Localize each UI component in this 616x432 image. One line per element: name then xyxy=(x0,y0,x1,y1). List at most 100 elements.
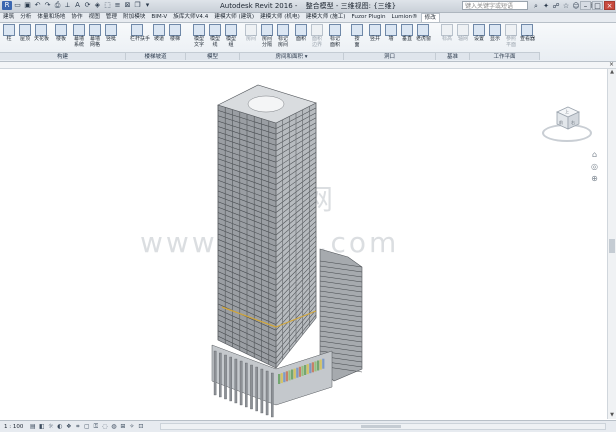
show-crop-icon[interactable]: ▢ xyxy=(83,423,90,430)
section-icon[interactable]: ⬚ xyxy=(103,1,112,10)
ribbon-button-2[interactable]: 天花板 xyxy=(34,24,49,42)
scroll-thumb[interactable] xyxy=(609,239,615,253)
horizontal-scroll-thumb[interactable] xyxy=(361,425,401,428)
ribbon-group-6[interactable]: 工作平面 xyxy=(470,52,540,60)
reveal-hidden-icon[interactable]: ◍ xyxy=(110,423,117,430)
ribbon-button-1[interactable]: 屋顶 xyxy=(18,24,32,42)
text-icon[interactable]: A xyxy=(73,1,82,10)
ribbon-button-13[interactable]: 房间 xyxy=(244,24,258,42)
ribbon-tab-9[interactable]: 建模大师 (建筑) xyxy=(211,13,257,22)
maximize-button[interactable]: □ xyxy=(592,1,603,10)
ribbon-tab-7[interactable]: BIM-V xyxy=(148,13,170,22)
ribbon-tab-2[interactable]: 体量和场地 xyxy=(34,13,68,22)
view-close-icon[interactable]: × xyxy=(609,62,614,68)
ribbon-tab-4[interactable]: 视图 xyxy=(86,13,103,22)
thin-lines-icon[interactable]: ≡ xyxy=(113,1,122,10)
analytical-model-icon[interactable]: ⊞ xyxy=(119,423,126,430)
ribbon-group-5[interactable]: 基准 xyxy=(436,52,470,60)
ribbon-tab-1[interactable]: 分析 xyxy=(17,13,34,22)
help-search-input[interactable]: 键入关键字或短语 xyxy=(462,1,528,10)
favorites-icon[interactable]: ☆ xyxy=(562,2,570,10)
ribbon-button-28[interactable]: 参照 平面 xyxy=(504,24,518,48)
constraints-icon[interactable]: ⊡ xyxy=(137,423,144,430)
ribbon-button-8[interactable]: 坡道 xyxy=(152,24,166,42)
user-icon[interactable]: ☺ xyxy=(572,2,580,10)
open-icon[interactable]: ▭ xyxy=(13,1,22,10)
ribbon-tab-13[interactable]: Lumion® xyxy=(389,13,421,22)
ribbon-button-23[interactable]: 老虎窗 xyxy=(416,24,431,42)
ribbon-button-19[interactable]: 按面 xyxy=(350,24,364,48)
home-icon[interactable]: R xyxy=(2,1,12,10)
sync-icon[interactable]: ⟳ xyxy=(83,1,92,10)
temp-hide-icon[interactable]: ◌ xyxy=(101,423,108,430)
view-cube[interactable]: 上 前 右 xyxy=(540,100,596,146)
ribbon-button-18[interactable]: 标记 面积 xyxy=(328,24,342,48)
ribbon-group-0[interactable]: 构建 xyxy=(0,52,126,60)
visual-style-icon[interactable]: ◧ xyxy=(38,423,45,430)
scroll-down-icon[interactable]: ▼ xyxy=(608,412,616,419)
scroll-up-icon[interactable]: ▲ xyxy=(608,69,616,76)
view-scale[interactable]: 1 : 100 xyxy=(4,424,23,430)
ribbon-button-7[interactable]: 栏杆扶手 xyxy=(130,24,150,42)
ribbon-tab-3[interactable]: 协作 xyxy=(68,13,85,22)
ribbon-button-22[interactable]: 垂直 xyxy=(400,24,414,42)
ribbon-button-21[interactable]: 墙 xyxy=(384,24,398,42)
close-hidden-icon[interactable]: ⊠ xyxy=(123,1,132,10)
ribbon-group-2[interactable]: 模型 xyxy=(186,52,240,60)
close-button[interactable]: × xyxy=(604,1,615,10)
redo-icon[interactable]: ↷ xyxy=(43,1,52,10)
detail-level-icon[interactable]: ▤ xyxy=(29,423,36,430)
ribbon-tab-11[interactable]: 建模大师 (施工) xyxy=(303,13,349,22)
communication-icon[interactable]: ☍ xyxy=(552,2,560,10)
save-icon[interactable]: ▣ xyxy=(23,1,32,10)
search-icon[interactable]: ⌕ xyxy=(532,2,540,10)
shadows-icon[interactable]: ◐ xyxy=(56,423,63,430)
measure-icon[interactable]: ⟂ xyxy=(63,1,72,10)
render-icon[interactable]: ❖ xyxy=(65,423,72,430)
ribbon-button-11[interactable]: 模型线 xyxy=(208,24,222,48)
lock-view-icon[interactable]: ⚿ xyxy=(92,423,99,430)
ribbon-button-9[interactable]: 楼梯 xyxy=(168,24,182,42)
ribbon-button-24[interactable]: 标高 xyxy=(440,24,454,42)
ribbon-button-10[interactable]: 模型 文字 xyxy=(192,24,206,48)
ribbon-button-25[interactable]: 轴网 xyxy=(456,24,470,42)
ribbon-button-15[interactable]: 标记 房间 xyxy=(276,24,290,48)
undo-icon[interactable]: ↶ xyxy=(33,1,42,10)
switch-windows-icon[interactable]: ❐ xyxy=(133,1,142,10)
ribbon-tab-6[interactable]: 附加模块 xyxy=(120,13,148,22)
ribbon-button-29[interactable]: 查看器 xyxy=(520,24,535,42)
ribbon-tab-5[interactable]: 管理 xyxy=(103,13,120,22)
ribbon-group-3[interactable]: 房间和面积 ▾ xyxy=(240,52,344,60)
dropdown-icon[interactable]: ▾ xyxy=(143,1,152,10)
ribbon-button-17[interactable]: 面积 边界 xyxy=(310,24,324,48)
ribbon-button-3[interactable]: 楼板 xyxy=(54,24,68,42)
ribbon-button-4[interactable]: 幕墙 系统 xyxy=(72,24,86,48)
sun-path-icon[interactable]: ☼ xyxy=(47,423,54,430)
ribbon-tab-0[interactable]: 建筑 xyxy=(0,13,17,22)
ribbon-button-27[interactable]: 显示 xyxy=(488,24,502,42)
ribbon-tab-8[interactable]: 族库大师V4.4 xyxy=(170,13,211,22)
view-3d-icon[interactable]: ◈ xyxy=(93,1,102,10)
print-icon[interactable]: ⎙ xyxy=(53,1,62,10)
minimize-button[interactable]: – xyxy=(580,1,591,10)
vertical-scrollbar[interactable]: ▲ ▼ xyxy=(607,69,616,419)
ribbon-tab-12[interactable]: Fuzor Plugin xyxy=(349,13,389,22)
zoom-icon[interactable]: ⊕ xyxy=(590,174,599,183)
ribbon-button-5[interactable]: 幕墙 网格 xyxy=(88,24,102,48)
ribbon-button-6[interactable]: 竖梃 xyxy=(104,24,118,42)
ribbon-button-14[interactable]: 房间 分隔 xyxy=(260,24,274,48)
steering-wheel-icon[interactable]: ◎ xyxy=(590,162,599,171)
ribbon-button-0[interactable]: 柱 xyxy=(2,24,16,42)
ribbon-button-20[interactable]: 竖井 xyxy=(368,24,382,42)
ribbon-button-16[interactable]: 面积 xyxy=(294,24,308,42)
highlight-icon[interactable]: ✧ xyxy=(128,423,135,430)
ribbon-tab-14[interactable]: 修改 xyxy=(420,13,440,22)
ribbon-button-12[interactable]: 模型组 xyxy=(224,24,238,48)
building-model[interactable] xyxy=(0,69,606,419)
ribbon-group-4[interactable]: 洞口 xyxy=(344,52,436,60)
ribbon-tab-10[interactable]: 建模大师 (机电) xyxy=(257,13,303,22)
home-view-icon[interactable]: ⌂ xyxy=(590,150,599,159)
subscription-icon[interactable]: ✦ xyxy=(542,2,550,10)
horizontal-scrollbar[interactable] xyxy=(160,423,606,430)
ribbon-group-1[interactable]: 楼梯坡道 xyxy=(126,52,186,60)
